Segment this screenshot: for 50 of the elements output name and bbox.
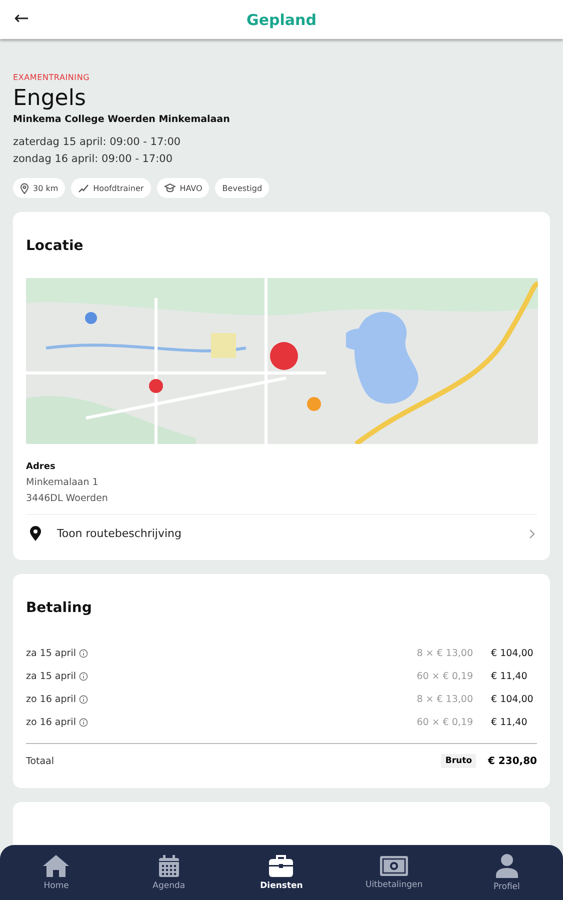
graduation-cap-icon <box>164 183 176 193</box>
info-icon[interactable] <box>78 672 88 681</box>
payment-date: zo 16 april <box>26 694 76 705</box>
nav-tab[interactable]: Home <box>21 852 92 892</box>
payment-amount: € 104,00 <box>491 694 534 705</box>
page-title: Gepland <box>246 10 316 28</box>
date-text: zondag 16 april: 09:00 - 17:00 <box>13 152 174 167</box>
tag-chip: Hoofdtrainer <box>71 178 151 198</box>
address-line: 3446DL Woerden <box>26 493 109 504</box>
home-icon <box>43 854 70 876</box>
pin-icon <box>30 526 41 541</box>
quantity-rate: 8 × € 13,00 <box>416 694 473 705</box>
nav-tab[interactable]: Diensten <box>246 852 316 892</box>
pin-icon <box>20 182 29 194</box>
section-title: Locatie <box>26 238 84 254</box>
tag-chip: Bevestigd <box>215 178 270 198</box>
tag-chip: HAVO <box>156 178 210 198</box>
venue-text: Minkema College Woerden Minkemalaan <box>13 114 231 125</box>
banknote-icon <box>380 856 408 876</box>
gross-badge: Bruto <box>441 754 476 768</box>
date-text: zaterdag 15 april: 09:00 - 17:00 <box>13 135 182 150</box>
person-icon <box>496 854 518 878</box>
back-button[interactable]: ← <box>10 6 34 31</box>
total-amount: € 230,80 <box>488 756 537 766</box>
info-icon[interactable] <box>78 649 88 658</box>
info-icon[interactable] <box>78 695 88 704</box>
route-link[interactable]: Toon routebeschrijving <box>26 515 537 552</box>
nav-tab[interactable]: Agenda <box>134 852 204 892</box>
event-title: Engels <box>13 86 87 111</box>
info-icon[interactable] <box>78 718 88 727</box>
payment-amount: € 11,40 <box>491 671 528 682</box>
calendar-icon <box>158 854 180 876</box>
address-label: Adres <box>26 462 56 472</box>
payment-date: za 15 april <box>26 671 76 682</box>
payment-amount: € 104,00 <box>491 648 534 659</box>
nav-tab[interactable]: Uitbetalingen <box>359 854 430 892</box>
payment-amount: € 11,40 <box>491 717 528 728</box>
total-label: Totaal <box>26 756 56 766</box>
tag-chip: 30 km <box>13 178 66 198</box>
section-title: Betaling <box>26 600 93 616</box>
payment-date: zo 16 april <box>26 717 76 728</box>
quantity-rate: 8 × € 13,00 <box>416 648 473 659</box>
briefcase-icon <box>269 854 294 876</box>
nav-tab[interactable]: Profiel <box>472 852 542 894</box>
chevron-right-icon <box>529 528 535 538</box>
address-line: Minkemalaan 1 <box>26 477 100 488</box>
category-label: EXAMENTRAINING <box>13 73 91 82</box>
payment-date: za 15 april <box>26 648 76 659</box>
quantity-rate: 60 × € 0,19 <box>416 717 473 728</box>
quantity-rate: 60 × € 0,19 <box>416 671 473 682</box>
